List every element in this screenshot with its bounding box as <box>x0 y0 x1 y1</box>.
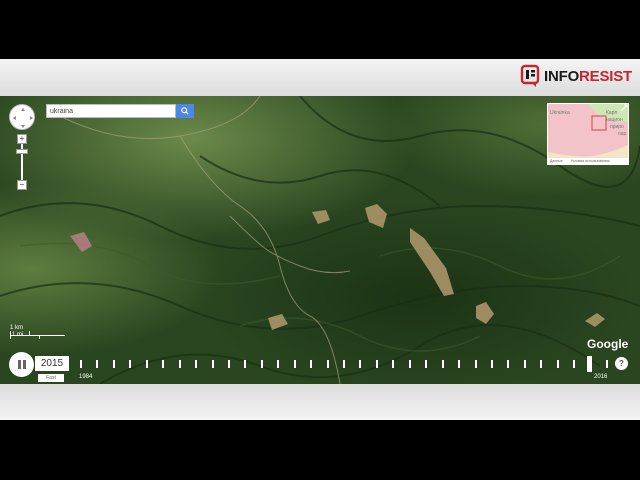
timeline-tick[interactable] <box>327 360 329 368</box>
timeline-tick[interactable] <box>228 360 230 368</box>
timeline-tick[interactable] <box>540 360 542 368</box>
minimap-label: пар <box>618 131 627 137</box>
timeline-tick[interactable] <box>425 360 427 368</box>
pause-button[interactable] <box>9 352 34 377</box>
minimap-label: Ukrainka <box>550 110 570 116</box>
timeline-tick[interactable] <box>573 360 575 368</box>
timeline-start-year: 1984 <box>79 374 93 380</box>
current-year: 2015 <box>35 356 69 371</box>
search-icon <box>181 107 189 115</box>
minimap-label: Карп <box>606 110 618 116</box>
zoom-out-button[interactable]: − <box>17 180 27 190</box>
timeline-tick[interactable] <box>458 360 460 368</box>
map-scale: 1 km 1 mi <box>10 325 65 339</box>
timeline-tick[interactable] <box>376 360 378 368</box>
timeline-end-year: 2016 <box>594 374 608 380</box>
timeline-tick[interactable] <box>606 360 608 368</box>
zoom-slider-handle[interactable] <box>16 149 28 154</box>
timeline-tick[interactable] <box>392 360 394 368</box>
minimap-footer-data: Данные <box>550 159 563 163</box>
timeline-tick[interactable] <box>96 360 98 368</box>
timeline-tick[interactable] <box>442 360 444 368</box>
pause-icon-bar <box>22 360 26 369</box>
timeline-tick[interactable] <box>162 360 164 368</box>
timeline-tick[interactable] <box>294 360 296 368</box>
timeline-tick[interactable] <box>557 360 559 368</box>
pan-control[interactable] <box>9 104 35 130</box>
timeline-tick[interactable] <box>277 360 279 368</box>
search-box <box>46 104 194 118</box>
satellite-map[interactable] <box>0 96 640 384</box>
zoom-in-button[interactable]: + <box>17 134 27 144</box>
timeline-tick[interactable] <box>409 360 411 368</box>
timeline-tick[interactable] <box>113 360 115 368</box>
satellite-terrain <box>0 96 640 384</box>
minimap-footer: Данные Условия использования <box>548 158 628 164</box>
timeline-tick[interactable] <box>244 360 246 368</box>
bottom-banner <box>0 384 640 420</box>
logo-text-resist: RESIST <box>579 67 633 85</box>
timeline-tick[interactable] <box>359 360 361 368</box>
google-attribution: Google <box>587 337 629 351</box>
timeline-tick[interactable] <box>179 360 181 368</box>
scale-metric-label: 1 km <box>10 325 24 331</box>
timeline-tick[interactable] <box>310 360 312 368</box>
logo-text-info: INFO <box>544 67 580 85</box>
inforesist-logo: INFO RESIST <box>520 64 632 88</box>
timeline-tick[interactable] <box>261 360 263 368</box>
timeline-tick[interactable] <box>524 360 526 368</box>
zoom-slider-track[interactable] <box>21 138 23 184</box>
expand-minimap-icon[interactable] <box>620 104 628 112</box>
search-input[interactable] <box>46 104 176 118</box>
pause-icon-bar <box>17 360 21 369</box>
minimap-label: приро <box>610 124 624 130</box>
minimap[interactable]: Ukrainka Карп национ приро пар Данные Ус… <box>547 103 629 165</box>
timeline-tick[interactable] <box>507 360 509 368</box>
scale-imperial-label: 1 mi <box>12 332 24 338</box>
minimap-label: национ <box>606 117 623 123</box>
timeline-tick[interactable] <box>129 360 131 368</box>
timeline-tick[interactable] <box>146 360 148 368</box>
timeline-tick[interactable] <box>212 360 214 368</box>
speed-toggle[interactable]: Fast <box>38 374 64 382</box>
logo-mark-icon <box>520 64 542 88</box>
minimap-footer-terms[interactable]: Условия использования <box>571 159 610 163</box>
search-button[interactable] <box>176 104 194 118</box>
timeline-cursor[interactable] <box>587 356 592 372</box>
help-button[interactable]: ? <box>615 357 628 370</box>
timeline-tick[interactable] <box>475 360 477 368</box>
timeline-tick[interactable] <box>195 360 197 368</box>
timeline-track[interactable] <box>80 360 610 370</box>
timeline-tick[interactable] <box>491 360 493 368</box>
timeline-tick[interactable] <box>80 360 82 368</box>
timeline-tick[interactable] <box>343 360 345 368</box>
